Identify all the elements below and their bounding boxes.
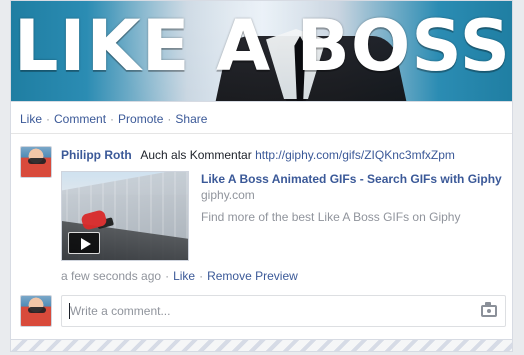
composer-avatar: [20, 295, 52, 327]
preview-description: Find more of the best Like A Boss GIFs o…: [201, 210, 461, 224]
avatar-glasses: [28, 307, 46, 313]
preview-domain: giphy.com: [201, 188, 255, 202]
comment-action[interactable]: Comment: [54, 112, 106, 126]
meme-image[interactable]: LIKE A BOSS: [11, 1, 512, 102]
share-action[interactable]: Share: [175, 112, 207, 126]
comment-text: Auch als Kommentar: [140, 148, 252, 162]
camera-icon[interactable]: [481, 302, 497, 317]
link-preview[interactable]: Like A Boss Animated GIFs - Search GIFs …: [61, 171, 506, 263]
comment-meta: a few seconds ago · Like · Remove Preview: [61, 269, 298, 283]
like-action[interactable]: Like: [20, 112, 42, 126]
post-actions: Like · Comment · Promote · Share: [20, 112, 207, 126]
action-separator: ·: [110, 112, 115, 126]
meme-caption: LIKE A BOSS: [13, 5, 512, 87]
remove-preview-link[interactable]: Remove Preview: [207, 269, 298, 283]
comment-composer[interactable]: Write a comment...: [61, 295, 506, 327]
comment-link[interactable]: http://giphy.com/gifs/ZIQKnc3mfxZpm: [255, 148, 455, 162]
timestamp: a few seconds ago: [61, 269, 162, 283]
action-separator: ·: [167, 112, 172, 126]
comment-avatar[interactable]: [20, 146, 52, 178]
bottom-strip: [10, 340, 513, 352]
preview-title[interactable]: Like A Boss Animated GIFs - Search GIFs …: [201, 171, 506, 187]
post-card: LIKE A BOSS Like · Comment · Promote · Share P…: [10, 0, 513, 340]
comment-body: Philipp Roth Auch als Kommentar http://g…: [61, 147, 506, 163]
actions-divider: [11, 133, 512, 134]
comment-like-link[interactable]: Like: [173, 269, 195, 283]
meta-separator: ·: [165, 269, 170, 283]
comment-author[interactable]: Philipp Roth: [61, 148, 132, 162]
promote-action[interactable]: Promote: [118, 112, 163, 126]
avatar-glasses: [28, 158, 46, 164]
play-icon: [81, 238, 91, 250]
play-button[interactable]: [68, 232, 100, 254]
preview-text: Like A Boss Animated GIFs - Search GIFs …: [201, 171, 506, 225]
action-separator: ·: [46, 112, 51, 126]
meta-separator: ·: [199, 269, 204, 283]
comment-input-placeholder: Write a comment...: [70, 304, 171, 318]
preview-thumbnail[interactable]: [61, 171, 189, 261]
